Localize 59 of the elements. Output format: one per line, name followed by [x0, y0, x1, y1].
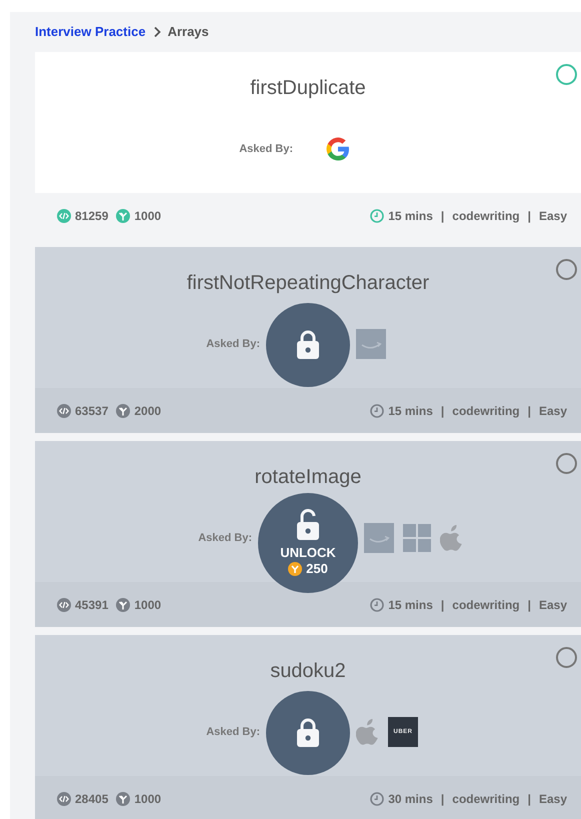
- clock-icon: [370, 792, 384, 806]
- submission-count: 45391: [75, 596, 108, 614]
- separator-text: |: [440, 790, 444, 808]
- reward-points: 1000: [134, 208, 162, 225]
- reward-points: 2000: [134, 402, 162, 420]
- separator-text: |: [440, 208, 444, 225]
- branch-icon: [116, 404, 130, 418]
- asked-by-label: Asked By:: [198, 530, 252, 546]
- question-title: rotateImage: [254, 465, 362, 489]
- question-title: firstDuplicate: [250, 76, 366, 100]
- breadcrumb-link[interactable]: Interview Practice: [35, 22, 146, 42]
- apple-icon: [440, 524, 464, 552]
- submission-count: 28405: [75, 790, 108, 808]
- meta-text: codewriting: [452, 790, 520, 808]
- open-padlock-icon: [295, 509, 321, 542]
- separator-text: |: [528, 208, 531, 225]
- meta-text: codewriting: [452, 596, 520, 614]
- padlock-icon: [295, 330, 321, 360]
- clock-icon: [370, 598, 384, 612]
- time-estimate: 15 mins: [388, 402, 433, 420]
- meta-text: Easy: [538, 790, 567, 808]
- clock-icon: [370, 404, 384, 418]
- meta-text: Easy: [538, 208, 567, 225]
- meta-text: codewriting: [452, 208, 520, 225]
- branch-icon: [116, 792, 130, 806]
- coin-icon: [288, 562, 302, 576]
- meta-text: Easy: [538, 402, 567, 420]
- submission-count: 81259: [75, 208, 108, 225]
- code-icon: [57, 792, 71, 806]
- asked-by-label: Asked By:: [239, 142, 293, 157]
- padlock-icon: [295, 718, 321, 748]
- time-estimate: 15 mins: [388, 596, 433, 614]
- code-icon: [57, 404, 71, 418]
- code-icon: [57, 209, 71, 223]
- breadcrumb-current: Arrays: [168, 23, 209, 42]
- asked-by-label: Asked By:: [206, 724, 260, 740]
- branch-icon: [116, 209, 130, 223]
- apple-icon: [356, 718, 380, 746]
- reward-points: 1000: [134, 596, 162, 614]
- meta-text: codewriting: [452, 402, 520, 420]
- time-estimate: 30 mins: [388, 790, 433, 808]
- separator-text: |: [528, 596, 531, 614]
- separator-text: |: [440, 596, 444, 614]
- unlock-button[interactable]: UNLOCK 250: [258, 493, 358, 593]
- question-title: firstNotRepeatingCharacter: [186, 271, 430, 295]
- branch-icon: [116, 598, 130, 612]
- window-grid-icon: [402, 523, 432, 553]
- reward-points: 1000: [134, 790, 162, 808]
- chevron-right-icon: [152, 26, 162, 38]
- code-icon: [57, 598, 71, 612]
- asked-by-label: Asked By:: [206, 336, 260, 352]
- separator-text: |: [528, 402, 531, 420]
- submission-count: 63537: [75, 402, 108, 420]
- separator-text: |: [528, 790, 531, 808]
- clock-icon: [370, 209, 384, 223]
- question-title: sudoku2: [270, 659, 346, 683]
- time-estimate: 15 mins: [388, 208, 433, 225]
- meta-text: Easy: [538, 596, 567, 614]
- separator-text: |: [440, 402, 444, 420]
